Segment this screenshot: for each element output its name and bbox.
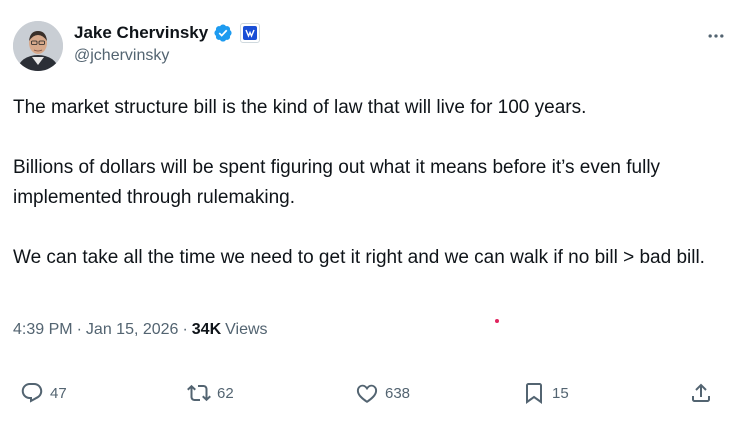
meta-separator: · (76, 321, 82, 338)
tweet-paragraph: We can take all the time we need to get … (13, 247, 705, 268)
avatar-image (13, 21, 63, 71)
red-dot (495, 319, 499, 323)
like-count: 638 (385, 384, 411, 402)
views-count[interactable]: 34K (192, 321, 221, 339)
heart-icon (356, 384, 378, 403)
author-name-row: Jake Chervinsky (74, 22, 261, 44)
affiliate-badge-icon[interactable] (240, 23, 261, 43)
bookmark-icon (526, 383, 542, 404)
author-name[interactable]: Jake Chervinsky (74, 23, 208, 43)
reply-count: 47 (50, 384, 67, 402)
bookmark-button[interactable]: 15 (522, 381, 569, 405)
views-label: Views (225, 321, 268, 338)
tweet-meta: 4:39 PM · Jan 15, 2026 · 34K Views (13, 321, 268, 339)
verified-badge-icon[interactable] (213, 23, 233, 43)
avatar[interactable] (13, 21, 63, 71)
author-handle[interactable]: @jchervinsky (74, 47, 260, 65)
tweet-paragraph: Billions of dollars will be spent figuri… (13, 157, 661, 208)
more-icon[interactable] (704, 24, 728, 48)
tweet-paragraph: The market structure bill is the kind of… (13, 97, 587, 118)
reply-icon (21, 383, 43, 403)
author-info: Jake Chervinsky @jchervinsky (74, 22, 261, 65)
share-button[interactable] (689, 381, 713, 405)
tweet-date[interactable]: Jan 15, 2026 (86, 321, 179, 339)
repost-icon (187, 384, 211, 402)
repost-count: 62 (217, 384, 234, 402)
repost-button[interactable]: 62 (187, 381, 234, 405)
tweet-header: Jake Chervinsky @jchervinsky (13, 18, 728, 74)
tweet-time[interactable]: 4:39 PM (13, 321, 73, 339)
action-bar: 47 62 638 15 (0, 381, 741, 411)
bookmark-count: 15 (552, 384, 569, 402)
like-button[interactable]: 638 (355, 381, 410, 405)
meta-separator: · (182, 321, 188, 338)
reply-button[interactable]: 47 (20, 381, 67, 405)
share-icon (692, 383, 710, 402)
tweet-text: The market structure bill is the kind of… (13, 93, 728, 273)
affiliate-logo-icon (243, 26, 258, 40)
more-icon-graphic (708, 34, 724, 38)
